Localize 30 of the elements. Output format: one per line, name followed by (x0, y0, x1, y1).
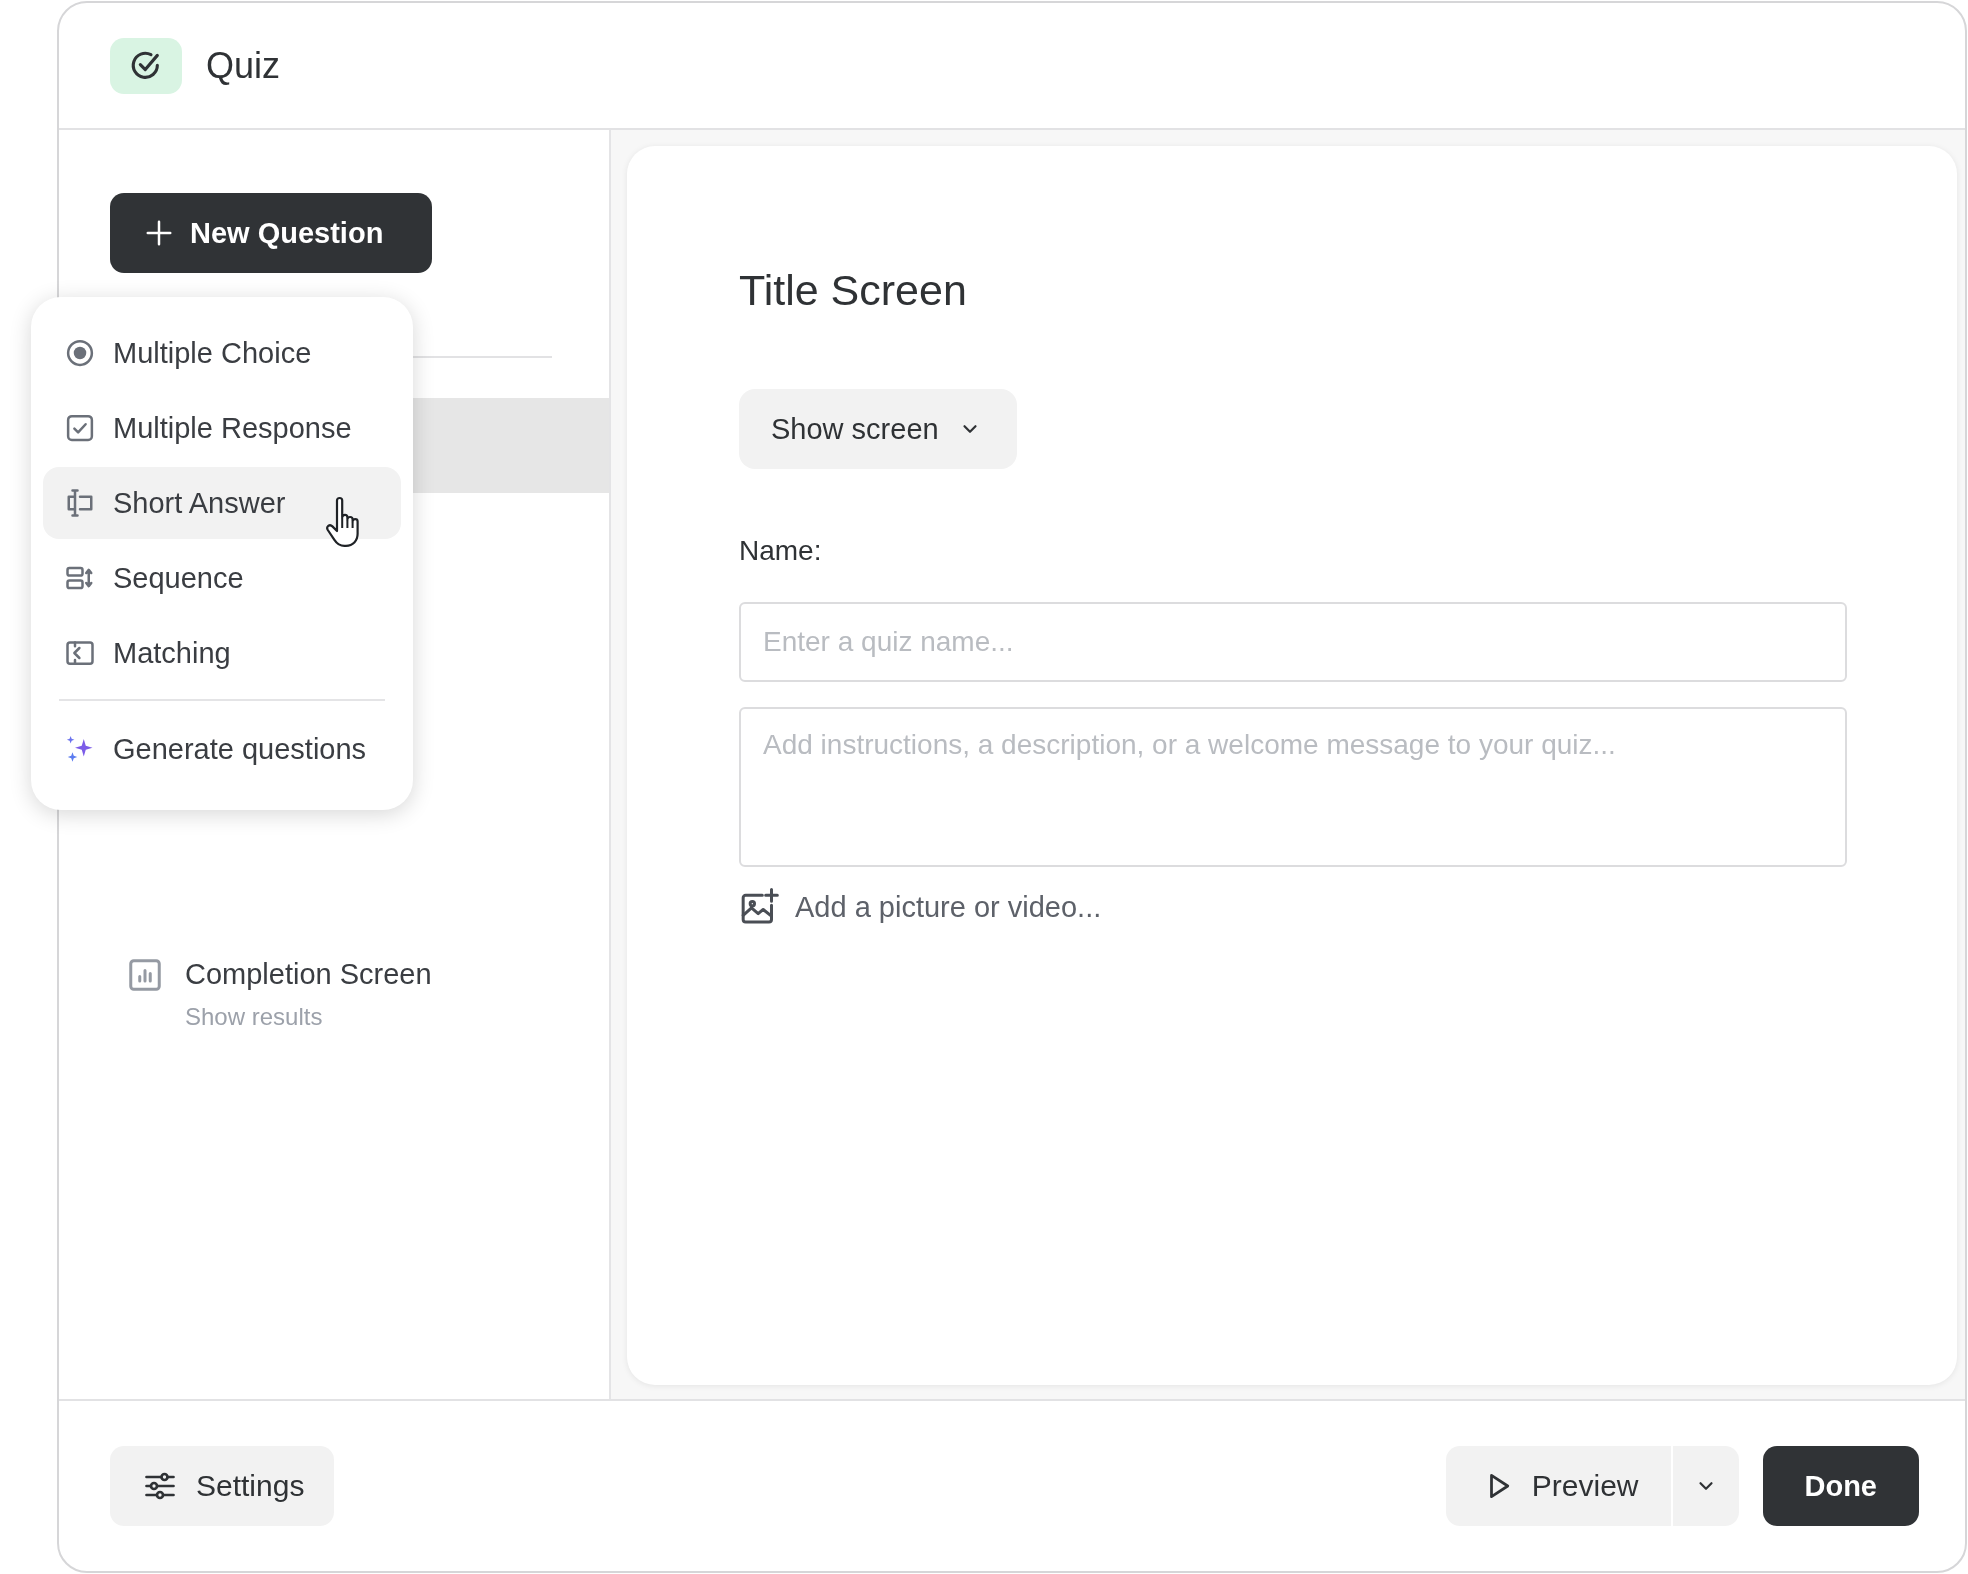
screen-heading: Title Screen (739, 266, 967, 315)
settings-button[interactable]: Settings (110, 1446, 335, 1526)
plus-icon (144, 218, 174, 248)
description-field[interactable]: Add instructions, a description, or a welcome message to your quiz... (739, 707, 1847, 867)
menu-item[interactable]: Multiple Choice (43, 317, 401, 389)
menu-item[interactable]: Sequence (43, 542, 401, 614)
sparkle-icon (65, 734, 95, 764)
menu-item[interactable]: Multiple Response (43, 392, 401, 464)
done-button[interactable]: Done (1762, 1446, 1919, 1526)
add-image-icon (739, 887, 779, 927)
matching-icon (65, 638, 95, 668)
menu-item[interactable]: Matching (43, 617, 401, 689)
bar-chart-icon (127, 957, 163, 993)
menu-item[interactable]: Generate questions (43, 713, 401, 785)
add-media-link[interactable]: Add a picture or video... (739, 887, 1102, 927)
text-input-icon (65, 488, 95, 518)
preview-options-button[interactable] (1672, 1446, 1739, 1526)
preview-button[interactable]: Preview (1445, 1446, 1671, 1526)
completion-screen-item[interactable]: Completion Screen Show results (59, 958, 609, 1031)
name-field[interactable]: Enter a quiz name... (739, 602, 1847, 682)
radio-icon (65, 338, 95, 368)
new-question-button[interactable]: New Question (110, 193, 432, 273)
checkbox-icon (65, 413, 95, 443)
window-title: Quiz (206, 44, 281, 87)
visibility-dropdown[interactable]: Show screen (739, 389, 1017, 469)
quiz-logo-icon (110, 37, 182, 94)
item-title: Completion Screen (185, 958, 432, 991)
menu-item[interactable]: Short Answer (43, 467, 401, 539)
name-label: Name: (739, 535, 822, 567)
item-subtitle: Show results (185, 1003, 324, 1031)
